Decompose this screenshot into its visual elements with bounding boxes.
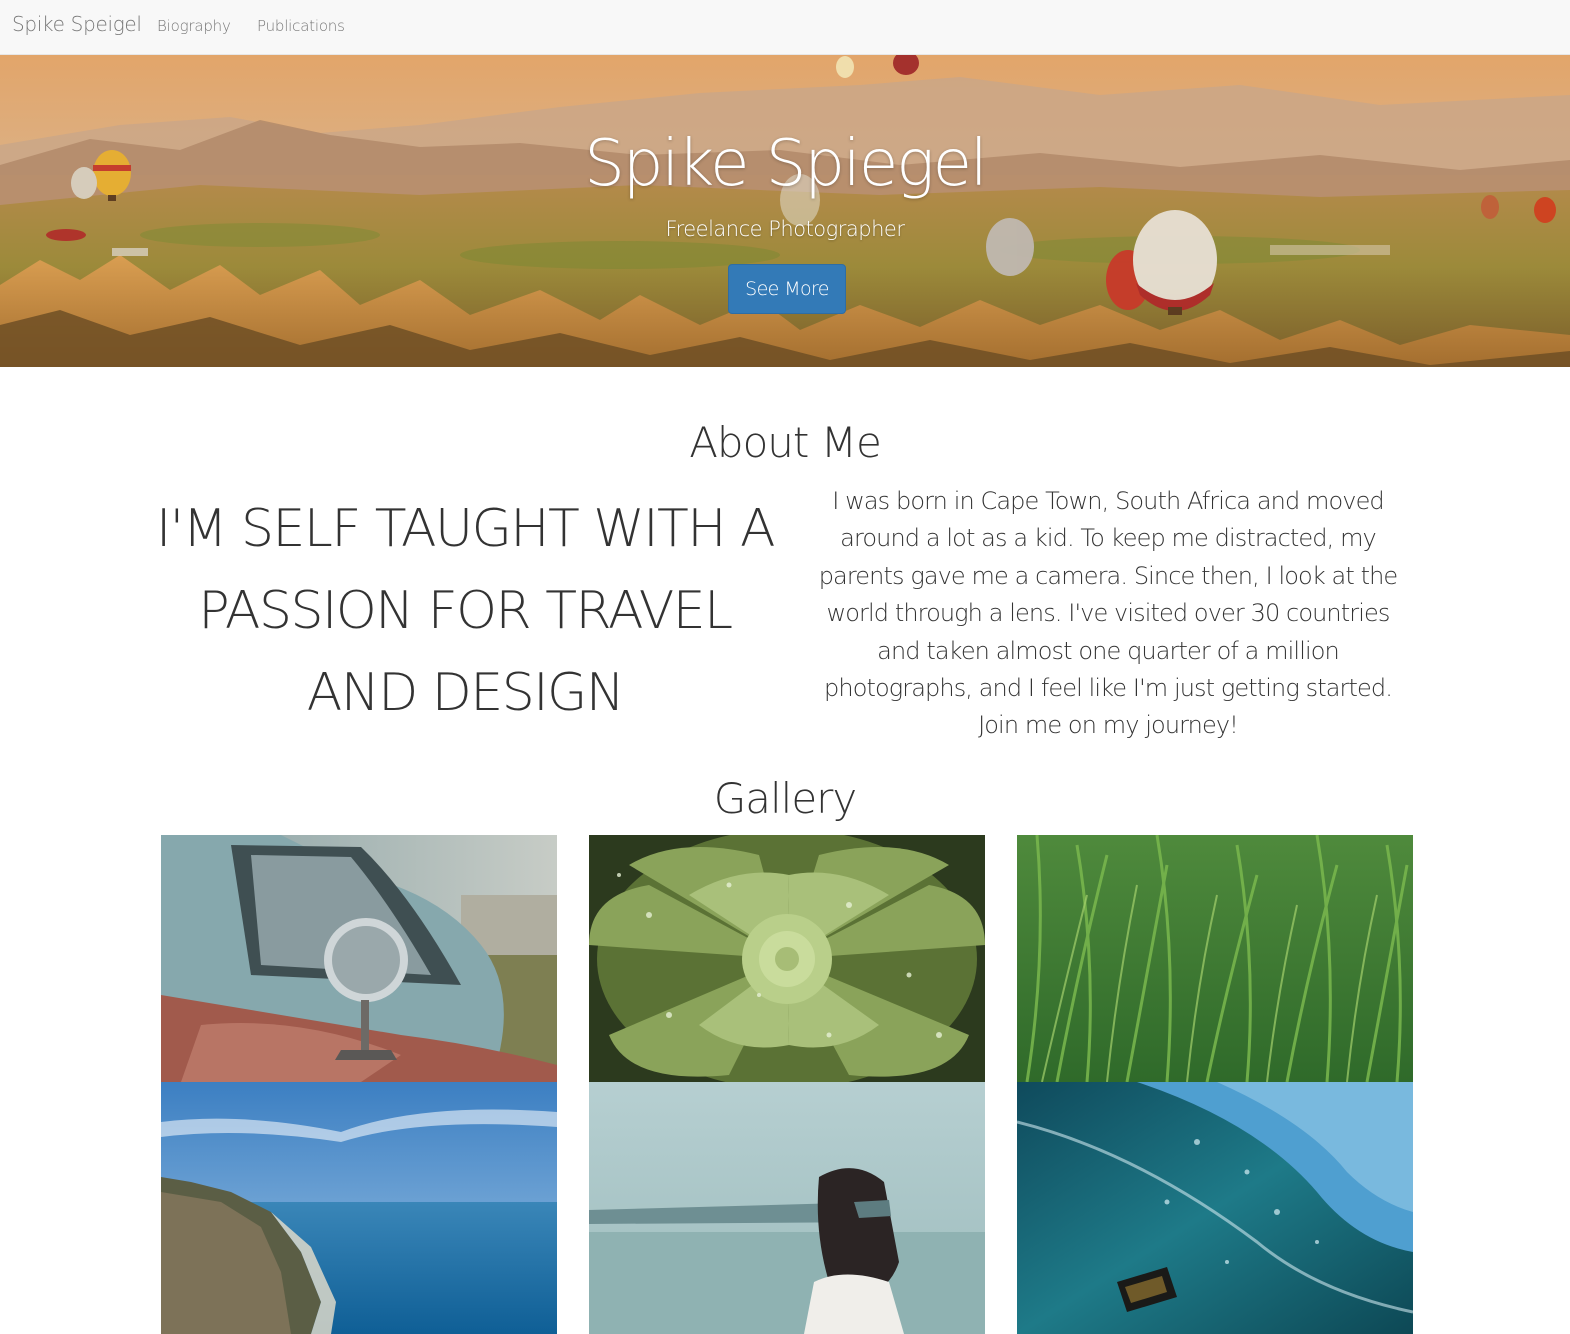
nav-link-publications[interactable]: Publications — [257, 17, 345, 35]
hero-subtitle: Freelance Photographer — [665, 217, 905, 241]
see-more-button[interactable]: See More — [728, 264, 846, 314]
gallery-image-grass[interactable] — [1017, 835, 1413, 1082]
hero-banner: Spike Spiegel Freelance Photographer See… — [0, 55, 1570, 367]
navbar: Spike Speigel Biography Publications — [0, 0, 1570, 55]
about-tagline: I'M SELF TAUGHT WITH A PASSION FOR TRAVE… — [155, 499, 776, 723]
nav-link-biography[interactable]: Biography — [157, 17, 231, 35]
gallery-image-blindfolded-woman[interactable] — [589, 1082, 985, 1334]
hero-background-image — [0, 55, 1570, 367]
gallery-image-succulent[interactable] — [589, 835, 985, 1082]
gallery-image-underwater-wave[interactable] — [1017, 1082, 1413, 1334]
hero-title: Spike Spiegel — [584, 127, 988, 201]
gallery-image-coastline[interactable] — [161, 1082, 557, 1334]
gallery-image-vintage-car[interactable] — [161, 835, 557, 1082]
brand-link[interactable]: Spike Speigel — [12, 12, 142, 36]
about-heading: About Me — [689, 418, 882, 467]
gallery-heading: Gallery — [713, 774, 858, 823]
about-bio: I was born in Cape Town, South Africa an… — [818, 487, 1398, 740]
